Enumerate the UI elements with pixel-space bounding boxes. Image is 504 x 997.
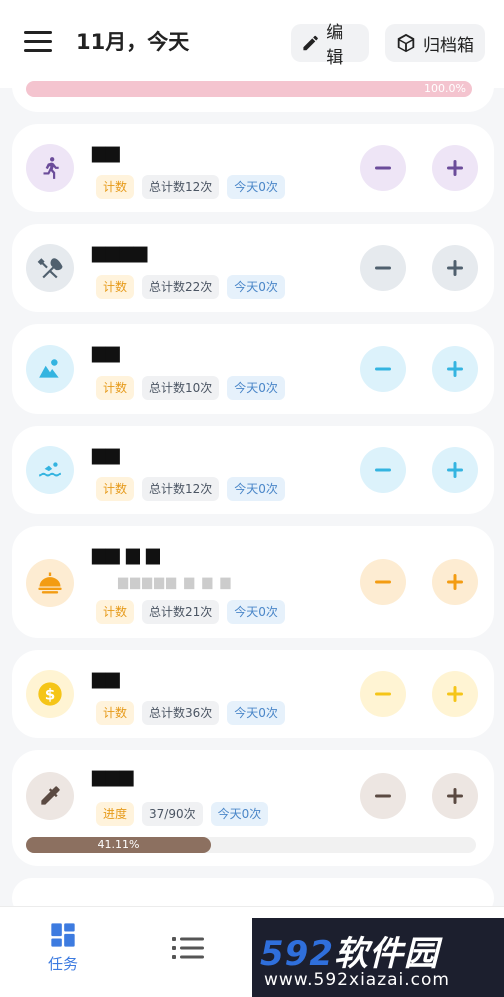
svg-text:$: $	[45, 685, 56, 703]
today-count-badge: 今天0次	[227, 376, 285, 400]
today-count-badge: 今天0次	[227, 701, 285, 725]
task-type-badge: 进度	[96, 802, 135, 826]
plus-icon	[447, 462, 463, 478]
watermark: 592软件园 www.592xiazai.com	[252, 918, 504, 997]
nav-tab-tasks-label: 任务	[47, 955, 78, 973]
today-count-badge: 今天0次	[227, 477, 285, 501]
task-card[interactable]: ▆▆ 计数 总计数12次 今天0次	[12, 426, 494, 514]
task-subtitle: ▆▆▆▆▆ ▆ ▆ ▆	[118, 575, 233, 590]
task-type-badge: 计数	[96, 600, 135, 624]
pencil-icon	[303, 35, 318, 51]
task-name: ▆▆	[92, 342, 120, 363]
eyedropper-icon	[26, 772, 74, 820]
increment-button[interactable]	[432, 346, 478, 392]
minus-icon	[375, 580, 391, 584]
dashboard-icon	[51, 923, 75, 947]
task-name: ▆▆▆▆	[92, 242, 148, 263]
task-card[interactable]: ▆▆▆ 进度 37/90次 今天0次 41.11%	[12, 750, 494, 866]
nav-tab-tasks[interactable]: 任务	[38, 921, 88, 974]
progress-label: 41.11%	[97, 838, 140, 851]
plus-icon	[447, 160, 463, 176]
decrement-button[interactable]	[360, 447, 406, 493]
watermark-logo: 592软件园	[260, 934, 439, 974]
minus-icon	[375, 794, 391, 798]
task-card[interactable]: ▆▆ ▆ ▆ ▆▆▆▆▆ ▆ ▆ ▆ 计数 总计数21次 今天0次	[12, 526, 494, 638]
watermark-url: www.592xiazai.com	[264, 970, 450, 990]
plus-icon	[447, 361, 463, 377]
page-title: 11月，今天	[76, 30, 190, 54]
progress-label: 100.0%	[424, 82, 466, 95]
total-count-badge: 总计数12次	[142, 175, 220, 199]
task-name: ▆▆ ▆ ▆	[92, 544, 160, 565]
decrement-button[interactable]	[360, 773, 406, 819]
today-count-badge: 今天0次	[227, 600, 285, 624]
running-person-icon	[26, 144, 74, 192]
task-type-badge: 计数	[96, 477, 135, 501]
task-name: ▆▆	[92, 444, 120, 465]
task-card[interactable]: ▆▆ 计数 总计数12次 今天0次	[12, 124, 494, 212]
mountain-icon	[26, 345, 74, 393]
list-icon	[172, 937, 204, 959]
task-type-badge: 计数	[96, 175, 135, 199]
task-card-partial[interactable]: 100.0%	[12, 70, 494, 112]
minus-icon	[375, 266, 391, 270]
progress-count-badge: 37/90次	[142, 802, 203, 826]
increment-button[interactable]	[432, 671, 478, 717]
archive-button[interactable]: 归档箱	[385, 24, 485, 62]
nav-tab-list[interactable]	[168, 935, 208, 965]
task-type-badge: 计数	[96, 376, 135, 400]
increment-button[interactable]	[432, 773, 478, 819]
decrement-button[interactable]	[360, 346, 406, 392]
plus-icon	[447, 260, 463, 276]
task-card[interactable]: ▆▆ 计数 总计数10次 今天0次	[12, 324, 494, 414]
decrement-button[interactable]	[360, 245, 406, 291]
plus-icon	[447, 686, 463, 702]
today-count-badge: 今天0次	[210, 802, 269, 826]
progress-bar: 41.11%	[26, 837, 476, 853]
task-name: ▆▆	[92, 142, 120, 163]
increment-button[interactable]	[432, 145, 478, 191]
fork-spoon-icon	[26, 244, 74, 292]
increment-button[interactable]	[432, 245, 478, 291]
plus-icon	[447, 788, 463, 804]
edit-label: 编辑	[326, 23, 344, 68]
progress-bar: 100.0%	[26, 81, 472, 97]
minus-icon	[375, 166, 391, 170]
task-card[interactable]: ▆▆▆▆ 计数 总计数22次 今天0次	[12, 224, 494, 312]
decrement-button[interactable]	[360, 145, 406, 191]
task-type-badge: 计数	[96, 275, 135, 299]
today-count-badge: 今天0次	[227, 175, 285, 199]
decrement-button[interactable]	[360, 671, 406, 717]
menu-icon[interactable]	[24, 31, 52, 53]
minus-icon	[375, 367, 391, 371]
minus-icon	[375, 692, 391, 696]
total-count-badge: 总计数21次	[142, 600, 220, 624]
increment-button[interactable]	[432, 447, 478, 493]
food-cover-icon	[26, 559, 74, 607]
total-count-badge: 总计数22次	[142, 275, 220, 299]
total-count-badge: 总计数36次	[142, 701, 220, 725]
swimming-icon	[26, 446, 74, 494]
increment-button[interactable]	[432, 559, 478, 605]
progress-fill: 41.11%	[26, 837, 211, 853]
archive-label: 归档箱	[423, 35, 474, 56]
today-count-badge: 今天0次	[227, 275, 285, 299]
total-count-badge: 总计数10次	[142, 376, 220, 400]
total-count-badge: 总计数12次	[142, 477, 220, 501]
plus-icon	[447, 574, 463, 590]
archive-box-icon	[397, 33, 415, 53]
task-card[interactable]: $ ▆▆ 计数 总计数36次 今天0次	[12, 650, 494, 738]
task-name: ▆▆▆	[92, 766, 134, 787]
dollar-coin-icon: $	[26, 670, 74, 718]
task-name: ▆▆	[92, 668, 120, 689]
minus-icon	[375, 468, 391, 472]
task-type-badge: 计数	[96, 701, 135, 725]
decrement-button[interactable]	[360, 559, 406, 605]
edit-button[interactable]: 编辑	[291, 23, 369, 68]
